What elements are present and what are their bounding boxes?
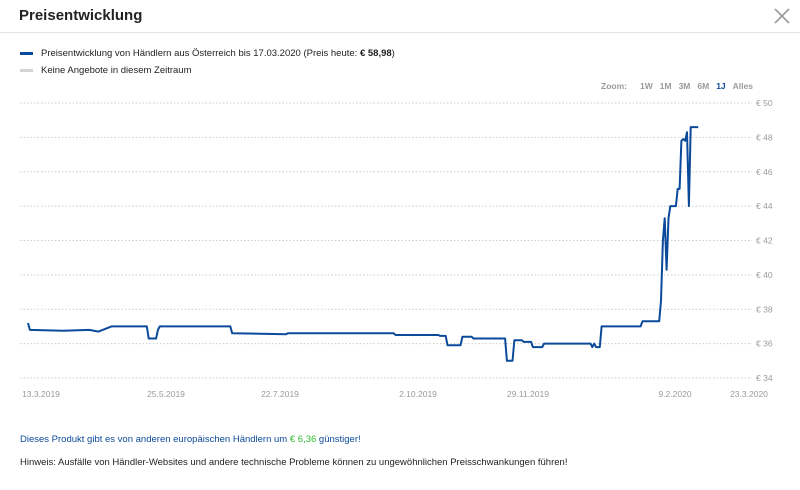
- cheaper-amount: € 6,36: [289, 434, 317, 445]
- dialog-header: Preisentwicklung: [0, 0, 800, 33]
- zoom-6m-button[interactable]: 6M: [697, 81, 709, 91]
- zoom-1w-button[interactable]: 1W: [640, 81, 653, 91]
- y-tick-label: € 50: [756, 98, 773, 108]
- hint-notice: Hinweis: Ausfälle von Händler-Websites u…: [20, 457, 568, 468]
- cheaper-notice: Dieses Produkt gibt es von anderen europ…: [20, 434, 361, 445]
- x-tick-label: 25.5.2019: [147, 389, 185, 399]
- legend-no-offers-label: Keine Angebote in diesem Zeitraum: [41, 65, 192, 76]
- x-tick-label: 22.7.2019: [261, 389, 299, 399]
- x-tick-label: 29.11.2019: [507, 389, 549, 399]
- chart-legend: Preisentwicklung von Händlern aus Österr…: [20, 46, 395, 80]
- legend-series-label: Preisentwicklung von Händlern aus Österr…: [41, 48, 395, 59]
- cheaper-notice-suffix: günstiger!: [316, 434, 361, 445]
- x-tick-label: 9.2.2020: [658, 389, 691, 399]
- legend-series-suffix: ): [391, 48, 395, 59]
- legend-swatch-line: [20, 52, 33, 55]
- y-tick-label: € 42: [756, 236, 773, 246]
- x-tick-label: 23.3.2020: [730, 389, 768, 399]
- current-price: € 58,98: [359, 48, 392, 59]
- zoom-controls: Zoom: 1W 1M 3M 6M 1J Alles: [601, 81, 753, 91]
- legend-series-prefix: Preisentwicklung von Händlern aus Österr…: [41, 48, 360, 59]
- x-tick-label: 2.10.2019: [399, 389, 437, 399]
- zoom-1m-button[interactable]: 1M: [660, 81, 672, 91]
- y-axis-ticks: € 34 € 36 € 38 € 40 € 42 € 44 € 46 € 48 € 50: [756, 98, 773, 383]
- legend-item-price-history[interactable]: Preisentwicklung von Händlern aus Österr…: [20, 46, 395, 61]
- legend-item-no-offers[interactable]: Keine Angebote in diesem Zeitraum: [20, 63, 395, 78]
- price-chart[interactable]: € 34 € 36 € 38 € 40 € 42 € 44 € 46 € 48 € 50 13.…: [0, 95, 800, 405]
- x-tick-label: 13.3.2019: [22, 389, 60, 399]
- x-axis-ticks: 13.3.2019 25.5.2019 22.7.2019 2.10.2019 29.1…: [22, 389, 768, 399]
- zoom-3m-button[interactable]: 3M: [679, 81, 691, 91]
- y-tick-label: € 46: [756, 167, 773, 177]
- price-series-line[interactable]: [27, 126, 699, 362]
- legend-swatch-no-offers: [20, 69, 33, 72]
- y-tick-label: € 36: [756, 339, 773, 349]
- y-tick-label: € 38: [756, 304, 773, 314]
- y-tick-label: € 40: [756, 270, 773, 280]
- zoom-1j-button[interactable]: 1J: [716, 81, 725, 91]
- page-title: Preisentwicklung: [19, 7, 143, 24]
- y-tick-label: € 48: [756, 132, 773, 142]
- y-tick-label: € 34: [756, 373, 773, 383]
- close-icon[interactable]: [772, 6, 792, 26]
- zoom-all-button[interactable]: Alles: [733, 81, 753, 91]
- cheaper-notice-prefix: Dieses Produkt gibt es von anderen europ…: [20, 434, 290, 445]
- zoom-label: Zoom:: [601, 81, 628, 91]
- y-tick-label: € 44: [756, 201, 773, 211]
- chart-grid: [20, 102, 752, 379]
